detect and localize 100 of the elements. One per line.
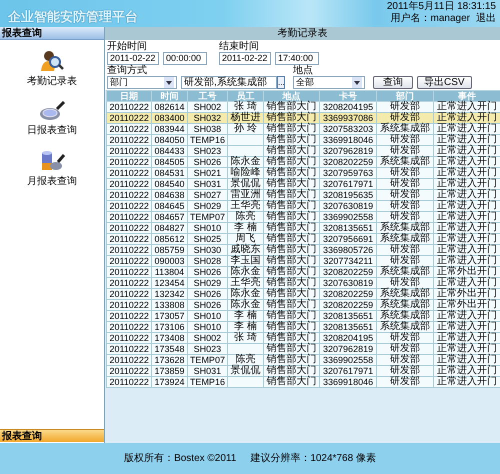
- table-cell: 20110222: [106, 300, 152, 310]
- table-cell: 销售部大门: [263, 332, 320, 344]
- copyright-text: 版权所有：Bostex ©2011: [124, 452, 236, 466]
- table-cell: 正常进入开门: [433, 366, 500, 376]
- table-cell: 研发部: [376, 366, 434, 376]
- column-header: 时间: [152, 90, 188, 102]
- table-cell: 20110222: [106, 222, 152, 234]
- resolution-text: 建议分辨率：1024*768 像素: [250, 452, 376, 466]
- table-cell: 研发部: [376, 212, 434, 222]
- date-field[interactable]: 2011-02-22: [107, 52, 159, 65]
- table-cell: 销售部大门: [263, 102, 320, 112]
- table-cell: 张 琦: [228, 102, 264, 112]
- table-cell: 陈亮: [228, 354, 264, 366]
- date-field[interactable]: 2011-02-22: [219, 52, 271, 65]
- table-cell: 正常进入开门: [433, 244, 500, 256]
- table-cell: 喻险峰: [228, 168, 264, 178]
- table-cell: 系统集成部: [376, 156, 434, 168]
- table-cell: 陈永金: [228, 156, 264, 168]
- table-cell: 孙 玲: [228, 124, 264, 134]
- table-cell: 20110222: [106, 178, 152, 190]
- table-cell: 研发部: [376, 112, 434, 124]
- table-cell: 研发部: [376, 244, 434, 256]
- table-cell: 正常进入开门: [433, 376, 500, 388]
- table-cell: 研发部: [376, 134, 434, 146]
- table-cell: 正常进入开门: [433, 344, 500, 354]
- table-cell: 销售部大门: [263, 354, 320, 366]
- table-cell: 王华亮: [228, 278, 264, 288]
- table-cell: 销售部大门: [263, 200, 320, 212]
- picker-button[interactable]: ...: [277, 76, 285, 89]
- table-cell: 20110222: [106, 156, 152, 168]
- table-cell: 雷亚洲: [228, 190, 264, 200]
- table-cell: 王华亮: [228, 200, 264, 212]
- table-cell: 销售部大门: [263, 212, 320, 222]
- table-cell: 20110222: [106, 244, 152, 256]
- table-cell: 销售部大门: [263, 124, 320, 134]
- sidebar-section-bar[interactable]: 报表查询: [0, 429, 104, 442]
- table-cell: 20110222: [106, 344, 152, 354]
- table-cell: 系统集成部: [376, 124, 434, 134]
- department-field[interactable]: 研发部,系统集成部: [181, 76, 277, 89]
- field-label: 地点: [293, 65, 314, 76]
- table-cell: 正常进入开门: [433, 134, 500, 146]
- field-label: 查询方式: [107, 65, 148, 76]
- table-cell: 销售部大门: [263, 266, 320, 278]
- table-cell: 正常外出开门: [433, 266, 500, 278]
- table-cell: 研发部: [376, 376, 434, 388]
- table-cell: 20110222: [106, 278, 152, 288]
- table-cell: 20110222: [106, 234, 152, 244]
- table-cell: 研发部: [376, 278, 434, 288]
- sidebar-header[interactable]: 报表查询: [0, 27, 104, 40]
- table-cell: 销售部大门: [263, 146, 320, 156]
- column-header: 事件: [433, 90, 500, 102]
- column-header: 卡号: [320, 90, 376, 102]
- cylinder-magnifier-icon: [39, 150, 65, 172]
- table-cell: 20110222: [106, 190, 152, 200]
- time-field[interactable]: 17:40:00: [275, 52, 319, 65]
- export-button[interactable]: 导出CSV: [417, 76, 472, 89]
- table-cell: 20110222: [106, 146, 152, 156]
- table-cell: 陈永金: [228, 300, 264, 310]
- table-cell: 销售部大门: [263, 278, 320, 288]
- location-select[interactable]: 全部: [293, 76, 365, 89]
- table-cell: 销售部大门: [263, 190, 320, 200]
- table-cell: 杨世进: [228, 112, 264, 124]
- table-cell: 张 琦: [228, 332, 264, 344]
- table-cell: 20110222: [106, 266, 152, 278]
- table-cell: 销售部大门: [263, 156, 320, 168]
- column-header: 部门: [376, 90, 434, 102]
- table-cell: 销售部大门: [263, 300, 320, 310]
- table-cell: 正常进入开门: [433, 146, 500, 156]
- table-cell: 系统集成部: [376, 222, 434, 234]
- mode-select[interactable]: 部门: [107, 76, 177, 89]
- caret-icon: [164, 77, 174, 88]
- table-cell: 销售部大门: [263, 222, 320, 234]
- table-cell: 销售部大门: [263, 134, 320, 146]
- column-header: 员工: [228, 90, 264, 102]
- table-cell: 研发部: [376, 190, 434, 200]
- table-cell: 研发部: [376, 200, 434, 212]
- table-cell: 正常进入开门: [433, 124, 500, 134]
- table-cell: 研发部: [376, 168, 434, 178]
- table-cell: 销售部大门: [263, 234, 320, 244]
- table-cell: 正常进入开门: [433, 112, 500, 124]
- table-cell: 销售部大门: [263, 310, 320, 322]
- table-cell: 20110222: [106, 354, 152, 366]
- logout-link[interactable]: 退出: [476, 13, 496, 24]
- column-header: 地点: [263, 90, 320, 102]
- time-field[interactable]: 00:00:00: [163, 52, 207, 65]
- table-cell: 正常外出开门: [433, 300, 500, 310]
- field-label: 结束时间: [219, 41, 260, 52]
- sidebar-item-label: 日报表查询: [27, 124, 77, 138]
- query-button[interactable]: 查询: [373, 76, 413, 89]
- table-cell: 景侃侃: [228, 178, 264, 190]
- table-cell: 20110222: [106, 134, 152, 146]
- magnifier-icon: [39, 101, 65, 121]
- table-cell: 销售部大门: [263, 366, 320, 376]
- table-cell: 研发部: [376, 354, 434, 366]
- table-cell: 20110222: [106, 212, 152, 222]
- page-title: 考勤记录表: [105, 27, 500, 40]
- app-title: 企业智能安防管理平台: [6, 8, 138, 26]
- table-cell: 正常进入开门: [433, 168, 500, 178]
- sidebar-item-label: 考勤记录表: [27, 74, 77, 89]
- table-cell: 研发部: [376, 332, 434, 344]
